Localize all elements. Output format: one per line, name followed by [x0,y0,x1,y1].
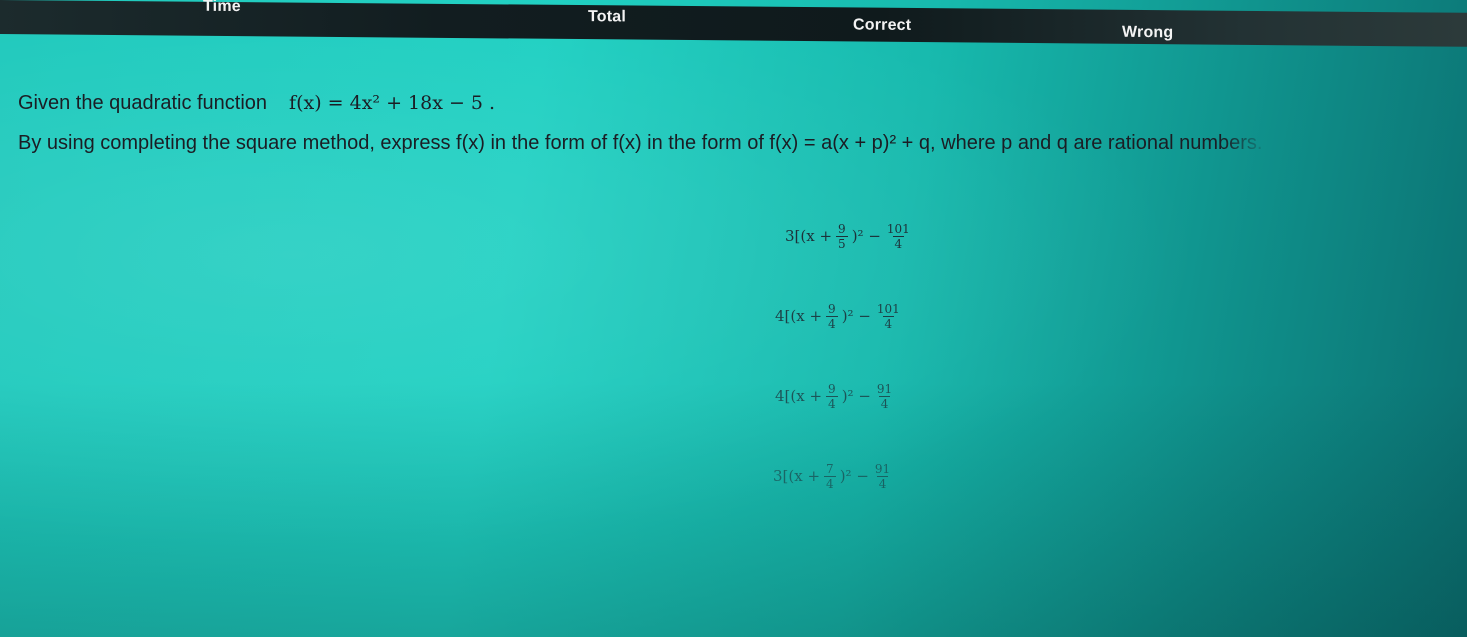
question-prompt: By using completing the square method, e… [18,132,1174,154]
question-intro: Given the quadratic function [18,92,268,114]
fraction-numerator: 9 [828,381,836,396]
option-middle: )² − [851,227,881,245]
option-constant: 101 4 [885,222,912,251]
constant-denominator: 4 [878,395,891,411]
option-middle: )² − [841,387,871,405]
total-label: Total [588,8,627,26]
constant-denominator: 4 [882,315,895,331]
question-prompt-line: By using completing the square method, e… [18,130,1448,156]
option-prefix: 4[(x + [775,307,823,325]
constant-numerator: 101 [876,301,900,316]
fraction-numerator: 7 [826,461,834,476]
fraction-numerator: 9 [828,301,836,316]
time-label: Time [203,0,241,16]
score-bar: Time Total Correct Wrong [0,0,1467,47]
option-prefix: 3[(x + [785,227,833,245]
option-fraction: 9 4 [826,302,838,331]
constant-numerator: 91 [874,461,891,476]
answer-option-4[interactable]: 3[(x + 7 4 )² − 91 4 [773,436,1005,516]
constant-denominator: 4 [876,475,889,491]
answer-option-3[interactable]: 4[(x + 9 4 )² − 91 4 [775,356,1005,436]
function-expression: f(x) = 4x² + 18x − 5 . [289,92,496,114]
option-constant: 101 4 [875,302,902,331]
constant-numerator: 91 [876,381,893,396]
correct-label: Correct [853,16,912,34]
option-expression: 4[(x + 9 4 )² − 91 4 [775,382,898,411]
option-constant: 91 4 [875,382,894,411]
option-expression: 3[(x + 9 5 )² − 101 4 [785,222,916,251]
option-expression: 4[(x + 9 4 )² − 101 4 [775,302,906,331]
option-fraction: 7 4 [824,462,836,491]
option-middle: )² − [839,467,869,485]
fraction-denominator: 4 [826,395,838,411]
question-prompt-tail: numbers. [1173,132,1263,154]
wrong-label: Wrong [1122,23,1174,42]
option-prefix: 4[(x + [775,387,823,405]
answer-option-2[interactable]: 4[(x + 9 4 )² − 101 4 [775,276,1005,356]
option-prefix: 3[(x + [773,467,821,485]
answer-option-1[interactable]: 3[(x + 9 5 )² − 101 4 [785,196,1005,276]
fraction-numerator: 9 [838,221,846,236]
option-expression: 3[(x + 7 4 )² − 91 4 [773,462,896,491]
option-constant: 91 4 [873,462,892,491]
answer-options: 3[(x + 9 5 )² − 101 4 4[(x + 9 4 )² − 10… [745,196,1005,516]
option-fraction: 9 5 [836,222,848,251]
fraction-denominator: 4 [824,475,836,491]
constant-denominator: 4 [892,235,905,251]
option-fraction: 9 4 [826,382,838,411]
constant-numerator: 101 [886,221,910,236]
question-intro-line: Given the quadratic function f(x) = 4x² +… [18,90,1448,116]
option-middle: )² − [841,307,871,325]
question-block: Given the quadratic function f(x) = 4x² +… [18,90,1448,156]
fraction-denominator: 5 [836,235,848,251]
fraction-denominator: 4 [826,315,838,331]
